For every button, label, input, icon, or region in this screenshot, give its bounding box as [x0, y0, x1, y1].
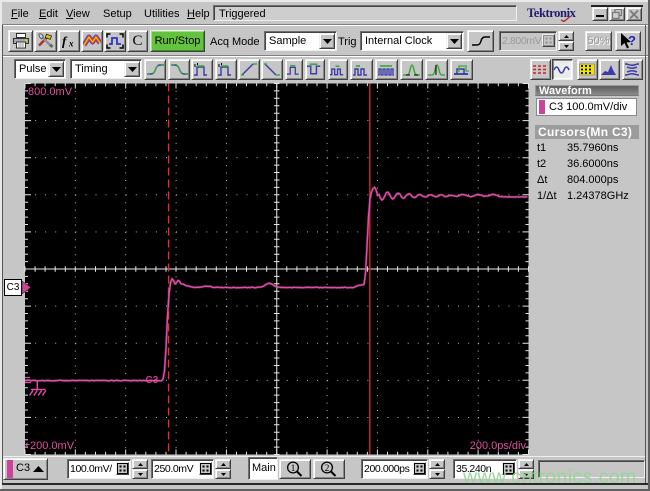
svg-text:1: 1 [291, 464, 296, 474]
svg-text:200.0mV: 200.0mV [30, 440, 75, 452]
svg-text:2: 2 [325, 464, 330, 474]
svg-text:800.0mV: 800.0mV [28, 86, 73, 98]
svg-text:200.0ps/div: 200.0ps/div [470, 440, 527, 452]
